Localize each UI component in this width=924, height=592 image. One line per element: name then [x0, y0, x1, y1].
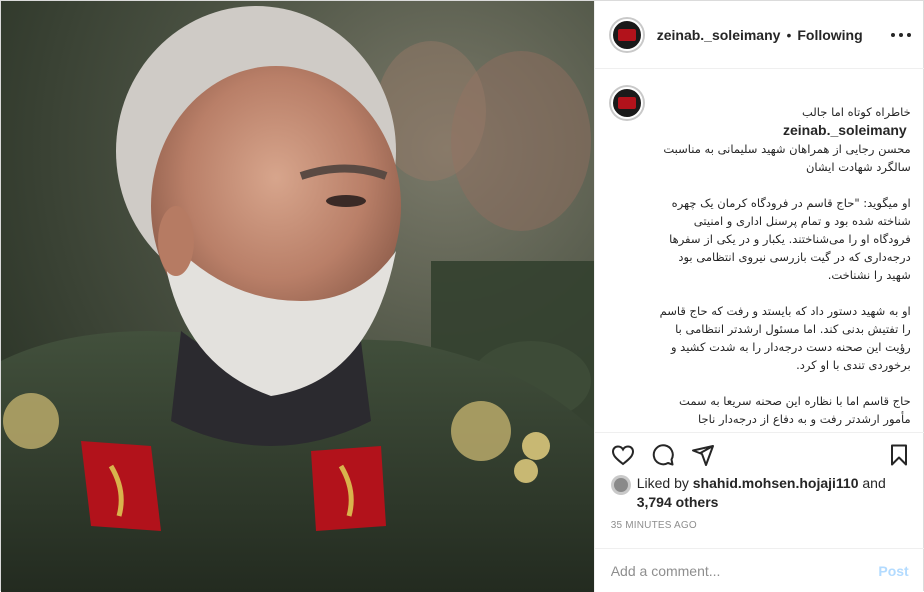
header-separator: •	[786, 26, 792, 43]
avatar-logo-icon	[617, 28, 636, 41]
more-options-icon[interactable]	[890, 25, 911, 45]
author-username[interactable]: zeinab._soleimany	[657, 27, 781, 43]
caption-first-line: خاطراه کوتاه اما جالب	[802, 105, 911, 119]
likes-and: and	[858, 475, 886, 491]
caption-username[interactable]: zeinab._soleimany	[783, 122, 907, 138]
author-avatar[interactable]	[608, 16, 645, 53]
comment-box: Post	[594, 548, 924, 592]
instagram-post: zeinab._soleimany • Following خاطراه کوت…	[0, 0, 924, 592]
post-header: zeinab._soleimany • Following	[594, 1, 924, 69]
comment-icon[interactable]	[651, 443, 675, 467]
bookmark-icon[interactable]	[887, 443, 911, 467]
post-side-panel: zeinab._soleimany • Following خاطراه کوت…	[593, 1, 924, 592]
post-comment-button[interactable]: Post	[878, 563, 908, 579]
comment-input[interactable]	[610, 562, 879, 579]
post-timestamp[interactable]: 35 MINUTES AGO	[611, 520, 697, 531]
liker-avatar[interactable]	[610, 475, 631, 495]
action-bar	[594, 432, 924, 476]
heart-icon[interactable]	[611, 443, 635, 467]
caption-text: محسن رجایی از همراهان شهید سلیمانی به من…	[659, 142, 911, 432]
share-icon[interactable]	[691, 443, 715, 467]
likes-summary: Liked by shahid.mohsen.hojaji110 and 3,7…	[610, 474, 911, 512]
caption-area: خاطراه کوتاه اما جالب zeinab._soleimany …	[595, 69, 924, 432]
likes-others-count[interactable]: 3,794 others	[637, 494, 719, 510]
post-photo[interactable]	[1, 1, 594, 592]
avatar-logo-icon	[617, 97, 636, 109]
liker-username[interactable]: shahid.mohsen.hojaji110	[693, 475, 859, 491]
portrait-image	[1, 1, 594, 592]
following-button[interactable]: Following	[797, 27, 862, 43]
caption-avatar[interactable]	[608, 85, 645, 121]
